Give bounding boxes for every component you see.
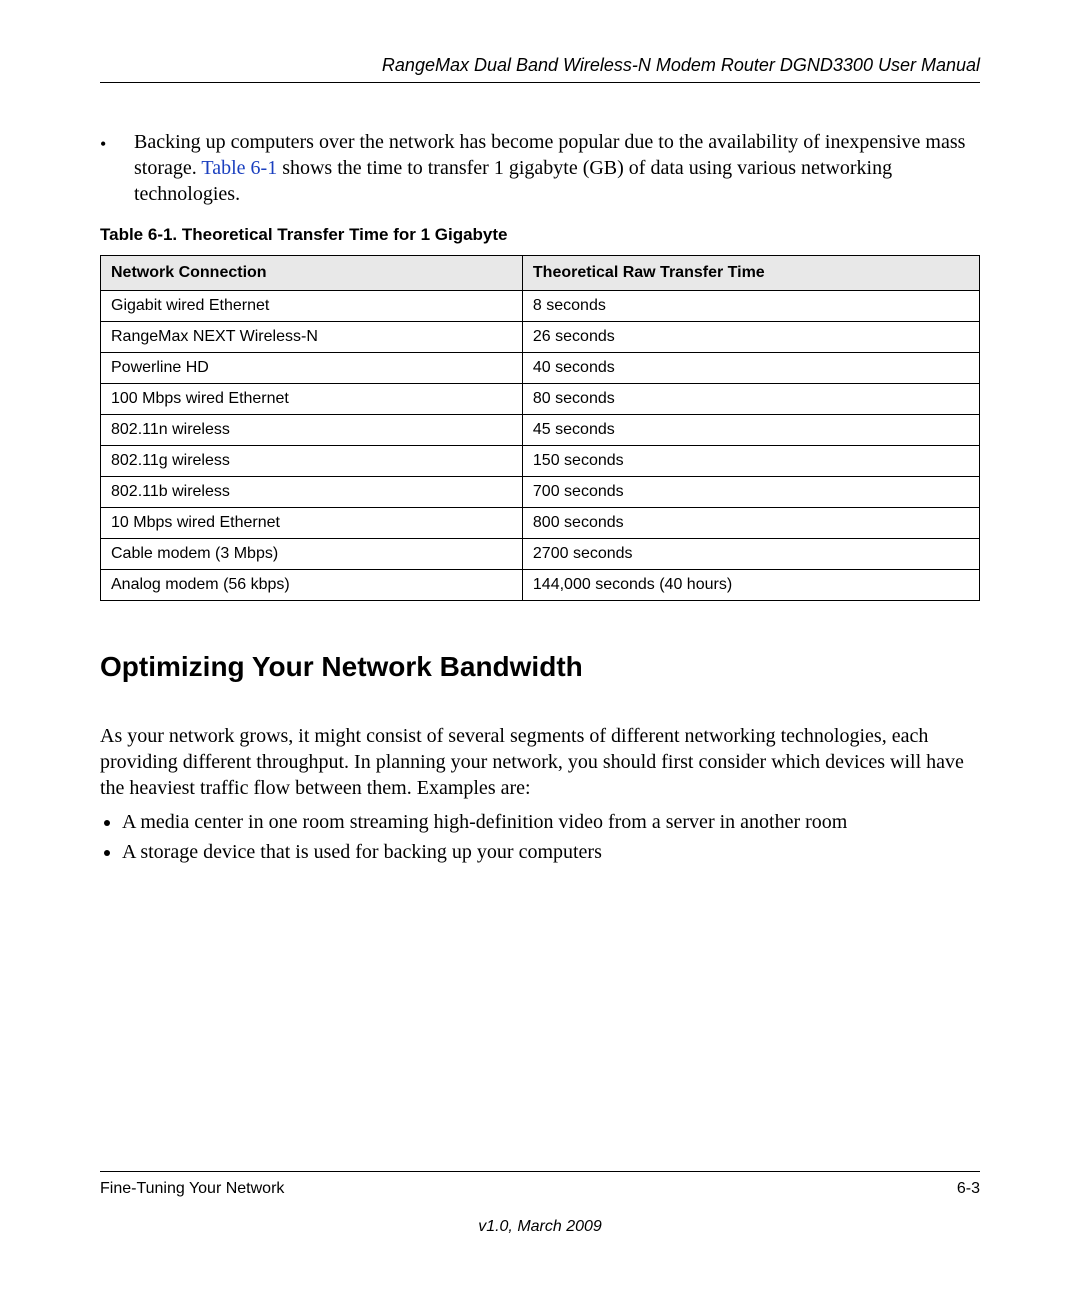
footer-left: Fine-Tuning Your Network — [100, 1180, 284, 1198]
cell-time: 26 seconds — [522, 322, 979, 353]
header-title: RangeMax Dual Band Wireless-N Modem Rout… — [382, 55, 980, 75]
cell-time: 8 seconds — [522, 291, 979, 322]
cell-connection: Powerline HD — [101, 353, 523, 384]
cell-connection: Gigabit wired Ethernet — [101, 291, 523, 322]
footer-right: 6-3 — [957, 1180, 980, 1198]
cell-time: 2700 seconds — [522, 539, 979, 570]
cell-connection: 802.11g wireless — [101, 446, 523, 477]
cell-time: 700 seconds — [522, 477, 979, 508]
table-header-row: Network Connection Theoretical Raw Trans… — [101, 256, 980, 291]
table-row: Powerline HD40 seconds — [101, 353, 980, 384]
cell-connection: 802.11n wireless — [101, 415, 523, 446]
cell-connection: RangeMax NEXT Wireless-N — [101, 322, 523, 353]
footer-line: Fine-Tuning Your Network 6-3 — [100, 1180, 980, 1198]
cell-connection: Cable modem (3 Mbps) — [101, 539, 523, 570]
intro-bullet-text: Backing up computers over the network ha… — [134, 129, 980, 207]
table-caption: Table 6-1. Theoretical Transfer Time for… — [100, 225, 980, 245]
table-row: 802.11b wireless700 seconds — [101, 477, 980, 508]
intro-bullet: • Backing up computers over the network … — [100, 129, 980, 207]
table-row: RangeMax NEXT Wireless-N26 seconds — [101, 322, 980, 353]
table-row: 10 Mbps wired Ethernet800 seconds — [101, 508, 980, 539]
cell-time: 40 seconds — [522, 353, 979, 384]
cell-time: 45 seconds — [522, 415, 979, 446]
section-heading: Optimizing Your Network Bandwidth — [100, 651, 980, 683]
cell-connection: 802.11b wireless — [101, 477, 523, 508]
section-paragraph: As your network grows, it might consist … — [100, 723, 980, 801]
section-list: A media center in one room streaming hig… — [100, 807, 980, 867]
table-link[interactable]: Table 6-1 — [201, 157, 277, 179]
cell-connection: Analog modem (56 kbps) — [101, 570, 523, 601]
transfer-time-table: Network Connection Theoretical Raw Trans… — [100, 255, 980, 601]
cell-time: 144,000 seconds (40 hours) — [522, 570, 979, 601]
col-header-time: Theoretical Raw Transfer Time — [522, 256, 979, 291]
cell-time: 800 seconds — [522, 508, 979, 539]
cell-connection: 100 Mbps wired Ethernet — [101, 384, 523, 415]
page-header: RangeMax Dual Band Wireless-N Modem Rout… — [100, 55, 980, 83]
page: RangeMax Dual Band Wireless-N Modem Rout… — [0, 0, 1080, 1296]
cell-time: 80 seconds — [522, 384, 979, 415]
bullet-marker: • — [100, 129, 134, 207]
table-row: Cable modem (3 Mbps)2700 seconds — [101, 539, 980, 570]
table-row: Gigabit wired Ethernet8 seconds — [101, 291, 980, 322]
table-row: 802.11g wireless150 seconds — [101, 446, 980, 477]
cell-connection: 10 Mbps wired Ethernet — [101, 508, 523, 539]
cell-time: 150 seconds — [522, 446, 979, 477]
page-footer: Fine-Tuning Your Network 6-3 v1.0, March… — [100, 1171, 980, 1236]
footer-version: v1.0, March 2009 — [100, 1218, 980, 1236]
table-row: 802.11n wireless45 seconds — [101, 415, 980, 446]
footer-rule — [100, 1171, 980, 1172]
col-header-connection: Network Connection — [101, 256, 523, 291]
table-row: 100 Mbps wired Ethernet80 seconds — [101, 384, 980, 415]
list-item: A media center in one room streaming hig… — [122, 807, 980, 837]
list-item: A storage device that is used for backin… — [122, 837, 980, 867]
table-row: Analog modem (56 kbps)144,000 seconds (4… — [101, 570, 980, 601]
